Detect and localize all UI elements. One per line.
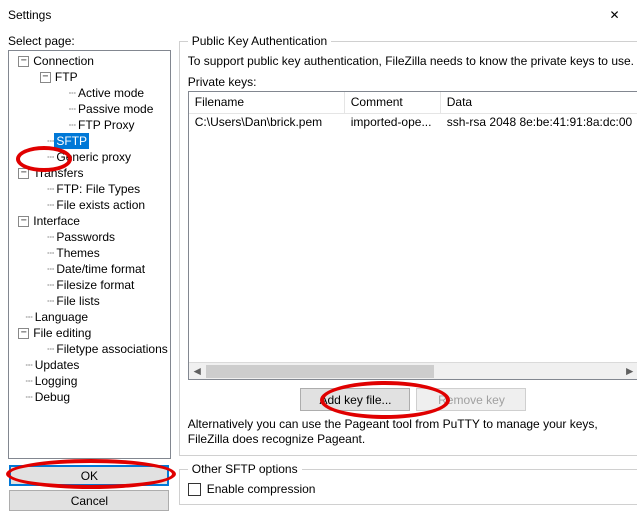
- tree-passive-mode[interactable]: ┄Passive mode: [11, 101, 170, 117]
- tree-passwords[interactable]: ┄Passwords: [11, 229, 170, 245]
- scroll-right-icon[interactable]: ►: [621, 363, 637, 379]
- tree-ftp[interactable]: −FTP: [11, 69, 170, 85]
- cell-filename: C:\Users\Dan\brick.pem: [189, 114, 345, 132]
- col-comment[interactable]: Comment: [345, 92, 441, 113]
- select-page-label: Select page:: [8, 34, 171, 48]
- cell-comment: imported-ope...: [345, 114, 441, 132]
- add-key-button[interactable]: Add key file...: [300, 388, 410, 411]
- tree-filetype-assoc[interactable]: ┄Filetype associations: [11, 341, 170, 357]
- tree-themes[interactable]: ┄Themes: [11, 245, 170, 261]
- tree-datetime[interactable]: ┄Date/time format: [11, 261, 170, 277]
- list-header: Filename Comment Data: [189, 92, 637, 114]
- collapse-icon[interactable]: −: [18, 328, 29, 339]
- settings-window: Settings ✕ Select page: −Connection −FTP…: [0, 0, 637, 521]
- page-tree[interactable]: −Connection −FTP ┄Active mode ┄Passive m…: [8, 50, 171, 459]
- private-keys-label: Private keys:: [188, 75, 637, 89]
- cancel-button[interactable]: Cancel: [9, 490, 169, 511]
- close-icon: ✕: [609, 8, 619, 22]
- enable-compression-label: Enable compression: [207, 482, 316, 496]
- tree-language[interactable]: ┄Language: [11, 309, 170, 325]
- tree-interface[interactable]: −Interface: [11, 213, 170, 229]
- cell-data: ssh-rsa 2048 8e:be:41:91:8a:dc:00: [441, 114, 637, 132]
- scroll-thumb[interactable]: [206, 365, 435, 378]
- key-row[interactable]: C:\Users\Dan\brick.pem imported-ope... s…: [189, 114, 637, 132]
- tree-updates[interactable]: ┄Updates: [11, 357, 170, 373]
- col-data[interactable]: Data: [441, 92, 637, 113]
- collapse-icon[interactable]: −: [18, 216, 29, 227]
- enable-compression-checkbox[interactable]: Enable compression: [188, 482, 637, 496]
- tree-file-editing[interactable]: −File editing: [11, 325, 170, 341]
- tree-filelists[interactable]: ┄File lists: [11, 293, 170, 309]
- collapse-icon[interactable]: −: [18, 56, 29, 67]
- left-panel: Select page: −Connection −FTP ┄Active mo…: [8, 34, 171, 511]
- tree-generic-proxy[interactable]: ┄Generic proxy: [11, 149, 170, 165]
- tree-sftp[interactable]: ┄SFTP: [11, 133, 170, 149]
- tree-active-mode[interactable]: ┄Active mode: [11, 85, 170, 101]
- right-panel: Public Key Authentication To support pub…: [179, 34, 637, 511]
- collapse-icon[interactable]: −: [18, 168, 29, 179]
- private-keys-list[interactable]: Filename Comment Data C:\Users\Dan\brick…: [188, 91, 637, 380]
- tree-connection[interactable]: −Connection: [11, 53, 170, 69]
- tree-ftp-file-types[interactable]: ┄FTP: File Types: [11, 181, 170, 197]
- other-sftp-group: Other SFTP options Enable compression: [179, 462, 637, 505]
- pubkey-description: To support public key authentication, Fi…: [188, 54, 637, 69]
- ok-button[interactable]: OK: [9, 465, 169, 486]
- pubkey-legend: Public Key Authentication: [188, 34, 331, 48]
- remove-key-button: Remove key: [416, 388, 526, 411]
- scroll-track[interactable]: [206, 363, 621, 379]
- checkbox-icon: [188, 483, 201, 496]
- close-button[interactable]: ✕: [592, 0, 637, 30]
- pageant-note: Alternatively you can use the Pageant to…: [188, 417, 637, 447]
- col-filename[interactable]: Filename: [189, 92, 345, 113]
- titlebar: Settings ✕: [0, 0, 637, 30]
- tree-file-exists[interactable]: ┄File exists action: [11, 197, 170, 213]
- tree-filesize[interactable]: ┄Filesize format: [11, 277, 170, 293]
- collapse-icon[interactable]: −: [40, 72, 51, 83]
- pubkey-group: Public Key Authentication To support pub…: [179, 34, 637, 456]
- window-title: Settings: [8, 8, 592, 22]
- tree-debug[interactable]: ┄Debug: [11, 389, 170, 405]
- scroll-left-icon[interactable]: ◄: [189, 363, 206, 379]
- tree-transfers[interactable]: −Transfers: [11, 165, 170, 181]
- other-sftp-legend: Other SFTP options: [188, 462, 302, 476]
- tree-ftp-proxy[interactable]: ┄FTP Proxy: [11, 117, 170, 133]
- tree-logging[interactable]: ┄Logging: [11, 373, 170, 389]
- horizontal-scrollbar[interactable]: ◄ ►: [189, 362, 637, 379]
